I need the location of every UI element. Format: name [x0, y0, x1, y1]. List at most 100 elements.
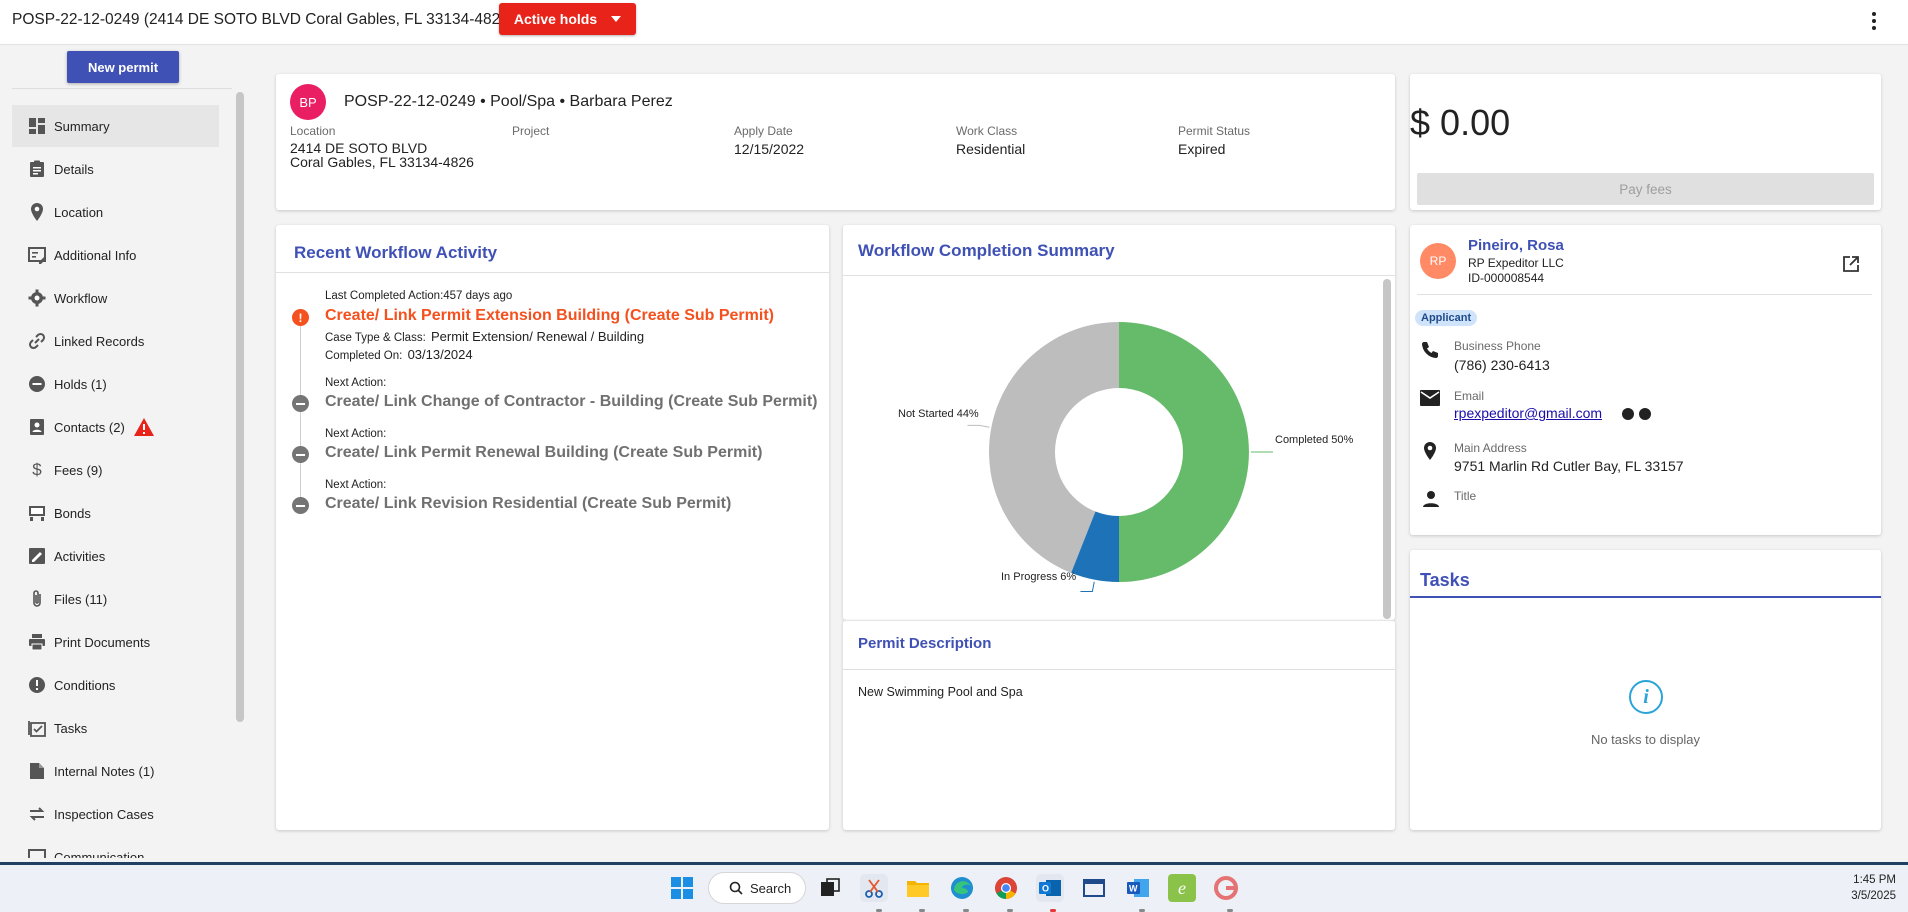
main-address-value: 9751 Marlin Rd Cutler Bay, FL 33157 — [1454, 458, 1684, 474]
dollar-icon: $ — [32, 460, 42, 479]
case-type-label: Case Type & Class: — [325, 332, 426, 344]
completed-on-value: 03/13/2024 — [407, 347, 473, 362]
snipping-tool-icon[interactable] — [860, 874, 888, 902]
project-label: Project — [512, 124, 550, 138]
business-phone-value: (786) 230-6413 — [1454, 357, 1550, 373]
sidebar-item-label: Summary — [54, 118, 110, 134]
last-completed-label: Last Completed Action:457 days ago — [325, 290, 513, 302]
sidebar-item-internal-notes[interactable]: Internal Notes (1) — [12, 750, 219, 792]
completion-title: Workflow Completion Summary — [858, 241, 1115, 260]
taskbar-search-label: Search — [750, 880, 792, 896]
apply-date-label: Apply Date — [734, 124, 793, 138]
sidebar-item-additional-info[interactable]: Additional Info — [12, 234, 219, 276]
taskbar-search[interactable]: Search — [708, 872, 806, 904]
g-app-icon[interactable] — [1212, 874, 1240, 902]
sidebar-item-print-documents[interactable]: Print Documents — [12, 621, 219, 663]
search-icon — [729, 881, 743, 895]
file-explorer-icon[interactable] — [904, 874, 932, 902]
next-action-title: Create/ Link Permit Renewal Building (Cr… — [325, 444, 763, 461]
more-vert-icon[interactable] — [1864, 10, 1884, 32]
word-icon[interactable]: W — [1124, 874, 1152, 902]
completion-summary-card: Workflow Completion Summary Not Started … — [843, 225, 1395, 620]
completed-action-link[interactable]: Create/ Link Permit Extension Building (… — [325, 307, 774, 325]
sidebar-item-workflow[interactable]: Workflow — [12, 277, 219, 319]
minus-circle-icon — [292, 395, 309, 412]
next-action-label: Next Action: — [325, 428, 387, 440]
sidebar-item-conditions[interactable]: Conditions — [12, 664, 219, 706]
sidebar-item-label: Print Documents — [54, 634, 151, 650]
sidebar-item-linked-records[interactable]: Linked Records — [12, 320, 219, 362]
minus-circle-icon — [27, 374, 47, 394]
task-view-icon[interactable] — [816, 874, 844, 902]
business-phone-label: Business Phone — [1454, 339, 1541, 353]
paperclip-icon — [27, 589, 47, 609]
permit-description-title: Permit Description — [858, 635, 992, 652]
sidebar-item-communication[interactable]: Communication — [12, 836, 219, 858]
contact-card: RP Pineiro, Rosa RP Expeditor LLC ID-000… — [1410, 225, 1881, 535]
label-not-started: Not Started 44% — [898, 408, 979, 420]
e-app-icon[interactable]: e — [1168, 874, 1196, 902]
link-icon — [27, 331, 47, 351]
new-permit-button[interactable]: New permit — [67, 51, 179, 83]
sidebar-item-activities[interactable]: Activities — [12, 535, 219, 577]
edit-list-icon — [27, 245, 47, 265]
alert-circle-icon — [27, 675, 47, 695]
star-icon[interactable] — [1639, 408, 1651, 420]
email-link[interactable]: rpexpeditor@gmail.com — [1454, 405, 1602, 421]
sidebar-item-label: Workflow — [54, 290, 108, 306]
work-class-label: Work Class — [956, 124, 1018, 138]
person-icon — [1422, 490, 1440, 513]
sidebar-item-summary[interactable]: Summary — [12, 105, 219, 147]
chat-icon — [27, 847, 47, 858]
contact-company: RP Expeditor LLC — [1468, 256, 1564, 270]
edge-icon[interactable] — [948, 874, 976, 902]
open-in-new-icon[interactable] — [1842, 255, 1860, 273]
sidebar-item-location[interactable]: Location — [12, 191, 219, 233]
tasks-card: Tasks i No tasks to display — [1410, 550, 1881, 830]
next-action-label: Next Action: — [325, 377, 387, 389]
apply-date-value: 12/15/2022 — [734, 141, 805, 157]
location-line1: 2414 DE SOTO BLVD — [290, 140, 428, 156]
sidebar-item-label: Location — [54, 204, 104, 220]
windows-start-icon[interactable] — [668, 874, 696, 902]
sidebar-item-tasks[interactable]: Tasks — [12, 707, 219, 749]
completion-donut-chart: Not Started 44% Completed 50% In Progres… — [898, 322, 1353, 592]
permit-summary-card: BP POSP-22-12-0249 • Pool/Spa • Barbara … — [276, 74, 1395, 210]
pay-fees-button[interactable]: Pay fees — [1417, 173, 1874, 205]
work-class-value: Residential — [956, 141, 1026, 157]
location-line2: Coral Gables, FL 33134-4826 — [290, 154, 474, 170]
caret-down-icon — [611, 16, 622, 22]
contact-name-link[interactable]: Pineiro, Rosa — [1468, 237, 1564, 254]
main-address-label: Main Address — [1454, 441, 1527, 455]
account-icon[interactable] — [1622, 408, 1634, 420]
sidebar-scrollbar[interactable] — [236, 92, 244, 722]
active-holds-button[interactable]: Active holds — [499, 3, 636, 35]
sidebar-item-inspection-cases[interactable]: Inspection Cases — [12, 793, 219, 835]
sidebar-item-bonds[interactable]: Bonds — [12, 492, 219, 534]
contact-id: ID-000008544 — [1468, 271, 1545, 285]
permit-status-label: Permit Status — [1178, 124, 1251, 138]
app-window-icon[interactable] — [1080, 874, 1108, 902]
system-clock[interactable]: 1:45 PM 3/5/2025 — [1851, 872, 1896, 904]
sidebar-item-details[interactable]: Details — [12, 148, 219, 190]
permit-description-text: New Swimming Pool and Spa — [858, 685, 1023, 699]
no-tasks-text: No tasks to display — [1590, 732, 1701, 747]
next-action-title: Create/ Link Change of Contractor - Buil… — [325, 393, 818, 410]
sidebar-item-label: Fees (9) — [54, 462, 103, 478]
leader-line-not-started — [967, 424, 990, 428]
sidebar-item-label: Details — [54, 161, 94, 177]
sidebar-item-fees[interactable]: $ Fees (9) — [12, 449, 219, 491]
chrome-icon[interactable] — [992, 874, 1020, 902]
donut-slice-completed[interactable] — [1119, 322, 1249, 582]
sidebar-item-files[interactable]: Files (11) — [12, 578, 219, 620]
sidebar-item-label: Communication — [54, 849, 145, 859]
note-icon — [27, 761, 47, 781]
activity-icon — [27, 546, 47, 566]
outlook-icon[interactable]: O — [1036, 874, 1064, 902]
permit-status-value: Expired — [1178, 141, 1226, 157]
sidebar-item-contacts[interactable]: Contacts (2) — [12, 406, 219, 448]
sidebar-item-holds[interactable]: Holds (1) — [12, 363, 219, 405]
avatar: BP — [290, 84, 326, 120]
sidebar-item-label: Contacts (2) — [54, 419, 125, 435]
chart-scrollbar[interactable] — [1383, 279, 1391, 619]
